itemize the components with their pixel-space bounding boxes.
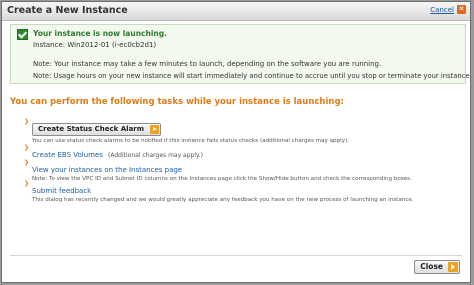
submit-feedback-link[interactable]: Submit feedback: [32, 187, 91, 195]
arrow-icon: ❯: [24, 180, 30, 187]
checkmark-icon: [17, 29, 28, 40]
arrow-icon: ❯: [24, 118, 30, 125]
create-instance-dialog: Create a New Instance Cancel ✕ Your inst…: [1, 1, 472, 283]
view-instances-link[interactable]: View your instances on the Instances pag…: [32, 166, 182, 174]
instance-line: Instance: Win2012-01 (i-ec0cb2d1): [33, 41, 157, 49]
arrow-icon: ❯: [24, 144, 30, 151]
footer-divider: [10, 255, 462, 256]
notice-title: Your instance is now launching.: [33, 29, 167, 38]
arrow-icon: ❯: [24, 159, 30, 166]
tasks-heading: You can perform the following tasks whil…: [10, 97, 344, 107]
note-launch-time: Note: Your instance may take a few minut…: [33, 60, 382, 68]
create-status-check-alarm-button[interactable]: Create Status Check Alarm: [32, 123, 162, 136]
close-button-label: Close: [420, 262, 443, 271]
close-icon[interactable]: ✕: [457, 5, 466, 14]
play-icon: [150, 125, 160, 134]
play-icon: [448, 262, 458, 272]
task-status-alarm: ❯ Create Status Check Alarm You can use …: [24, 116, 349, 144]
alarm-button-label: Create Status Check Alarm: [38, 125, 145, 133]
note-usage-hours: Note: Usage hours on your new instance w…: [33, 72, 472, 80]
launch-notice: Your instance is now launching. Instance…: [10, 24, 472, 84]
feedback-note: This dialog has recently changed and we …: [32, 197, 414, 203]
task-feedback: ❯ Submit feedback This dialog has recent…: [24, 178, 414, 203]
cancel-link[interactable]: Cancel: [430, 6, 454, 14]
close-button[interactable]: Close: [414, 260, 460, 274]
dialog-titlebar: Create a New Instance Cancel ✕: [2, 2, 470, 21]
dialog-title: Create a New Instance: [7, 5, 128, 16]
